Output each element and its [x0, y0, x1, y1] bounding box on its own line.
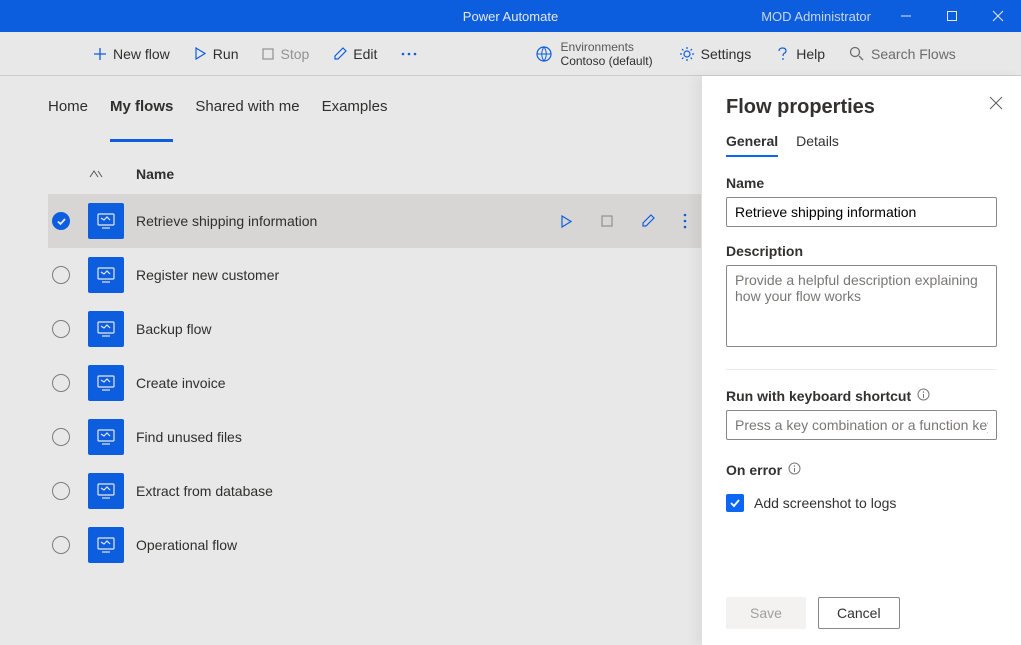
play-icon [194, 47, 207, 60]
screenshot-checkbox[interactable] [726, 494, 744, 512]
screenshot-label: Add screenshot to logs [754, 495, 896, 511]
flow-icon [88, 311, 124, 347]
shortcut-label: Run with keyboard shortcut [726, 388, 997, 404]
pencil-icon [333, 47, 347, 61]
stop-icon [262, 48, 274, 60]
stop-icon[interactable] [601, 215, 613, 227]
plus-icon [93, 47, 107, 61]
row-radio[interactable] [52, 536, 70, 554]
flow-name: Retrieve shipping information [136, 213, 317, 229]
stop-button[interactable]: Stop [254, 38, 317, 70]
row-radio[interactable] [52, 320, 70, 338]
cancel-button[interactable]: Cancel [818, 597, 900, 629]
name-label: Name [726, 175, 997, 191]
description-label: Description [726, 243, 997, 259]
more-icon [401, 52, 417, 56]
row-radio[interactable] [52, 374, 70, 392]
edit-label: Edit [353, 46, 377, 62]
panel-title: Flow properties [726, 96, 997, 119]
flow-icon [88, 203, 124, 239]
run-button[interactable]: Run [186, 38, 247, 70]
settings-button[interactable]: Settings [671, 38, 760, 70]
search-icon [849, 46, 864, 61]
new-flow-label: New flow [113, 46, 170, 62]
settings-label: Settings [701, 46, 752, 62]
panel-close-button[interactable] [989, 96, 1003, 113]
maximize-button[interactable] [929, 0, 975, 32]
flow-name: Create invoice [136, 375, 226, 391]
save-button: Save [726, 597, 806, 629]
flow-name: Operational flow [136, 537, 237, 553]
tab-examples[interactable]: Examples [322, 98, 388, 142]
name-input[interactable] [726, 197, 997, 227]
info-icon [788, 462, 801, 478]
command-bar: New flow Run Stop Edit Environments Cont… [0, 32, 1021, 76]
new-flow-button[interactable]: New flow [85, 38, 178, 70]
flow-icon [88, 473, 124, 509]
row-radio[interactable] [52, 266, 70, 284]
title-bar: Power Automate MOD Administrator [0, 0, 1021, 32]
user-label: MOD Administrator [749, 9, 883, 24]
play-icon[interactable] [560, 215, 573, 228]
window-close-button[interactable] [975, 0, 1021, 32]
help-label: Help [796, 46, 825, 62]
row-selected-icon[interactable] [52, 212, 70, 230]
stop-label: Stop [280, 46, 309, 62]
panel-tab-general[interactable]: General [726, 133, 778, 157]
column-name[interactable]: Name [136, 166, 753, 182]
tab-home[interactable]: Home [48, 98, 88, 142]
shortcut-input[interactable] [726, 410, 997, 440]
row-radio[interactable] [52, 428, 70, 446]
search-box[interactable] [841, 46, 1011, 62]
flow-name: Extract from database [136, 483, 273, 499]
environment-value: Contoso (default) [561, 54, 653, 68]
onerror-label: On error [726, 462, 997, 478]
help-button[interactable]: Help [767, 38, 833, 70]
edit-button[interactable]: Edit [325, 38, 385, 70]
flow-icon [88, 527, 124, 563]
gear-icon [679, 46, 695, 62]
more-button[interactable] [393, 38, 425, 70]
environments-label: Environments [561, 40, 653, 54]
environment-picker[interactable]: Environments Contoso (default) [525, 40, 663, 68]
tab-shared[interactable]: Shared with me [195, 98, 299, 142]
row-radio[interactable] [52, 482, 70, 500]
flow-name: Backup flow [136, 321, 211, 337]
run-label: Run [213, 46, 239, 62]
flow-icon [88, 365, 124, 401]
sort-name-icon[interactable] [88, 168, 136, 180]
properties-panel: Flow properties General Details Name Des… [701, 76, 1021, 645]
help-icon [775, 46, 790, 61]
flow-icon [88, 257, 124, 293]
globe-icon [535, 45, 553, 63]
panel-tab-details[interactable]: Details [796, 133, 839, 157]
description-input[interactable] [726, 265, 997, 347]
flow-icon [88, 419, 124, 455]
flow-name: Register new customer [136, 267, 279, 283]
more-vertical-icon[interactable] [683, 213, 687, 229]
info-icon [917, 388, 930, 404]
minimize-button[interactable] [883, 0, 929, 32]
flow-name: Find unused files [136, 429, 242, 445]
pencil-icon[interactable] [641, 214, 655, 228]
tab-my-flows[interactable]: My flows [110, 98, 173, 142]
search-input[interactable] [871, 46, 981, 62]
